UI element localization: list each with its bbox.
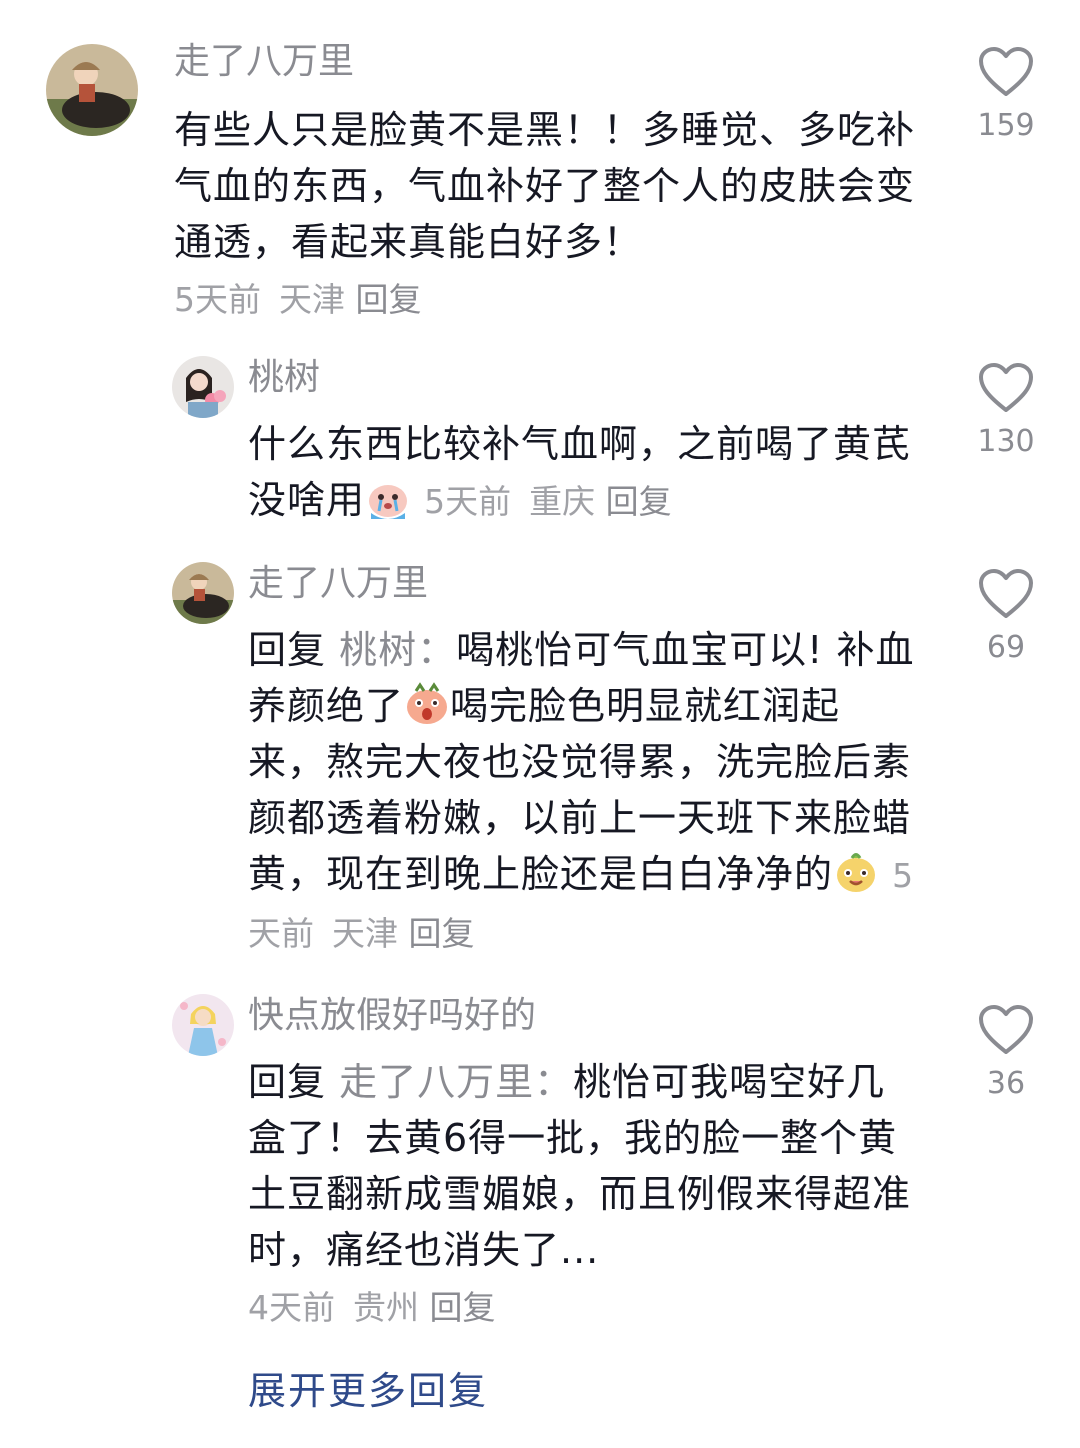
avatar-cartoon-princess-icon [172, 994, 234, 1056]
like-button[interactable]: 36 [971, 1004, 1041, 1101]
comment-time: 4天前 [248, 1288, 335, 1327]
reply-item: 走了八万里 回复 桃树：喝桃怡可气血宝可以! 补血养颜绝了 喝完脸色明显就红润起… [0, 556, 1080, 966]
comment-text: 有些人只是脸黄不是黑！！多睡觉、多吃补气血的东西，气血补好了整个人的皮肤会变通透… [174, 102, 924, 328]
cute-potato-face-emoji-icon [833, 849, 879, 895]
like-button[interactable]: 69 [971, 568, 1041, 665]
comment-location: 重庆 [529, 482, 596, 521]
like-button[interactable]: 159 [971, 46, 1041, 143]
heart-icon [979, 1005, 1033, 1054]
comment-text: 什么东西比较补气血啊，之前喝了黄芪没啥用 5天前 重庆 回复 [248, 416, 918, 530]
comment-meta: 4天前 贵州 回复 [248, 1288, 496, 1327]
comment-username[interactable]: 快点放假好吗好的 [248, 994, 536, 1038]
reply-button[interactable]: 回复 [430, 1288, 496, 1327]
comment-location: 天津 [279, 280, 345, 319]
comment-location: 贵州 [353, 1288, 419, 1327]
heart-icon [979, 47, 1033, 96]
reply-prefix: 回复 [248, 628, 327, 672]
comment-meta: 5天前 天津 回复 [174, 280, 422, 319]
like-count: 69 [986, 630, 1026, 665]
comment-time: 5天前 [174, 280, 261, 319]
like-count: 36 [986, 1066, 1026, 1101]
reply-button[interactable]: 回复 [356, 280, 422, 319]
avatar[interactable] [172, 562, 234, 624]
reply-button[interactable]: 回复 [606, 482, 672, 521]
shocked-face-emoji-icon [404, 681, 450, 727]
heart-icon [979, 363, 1033, 412]
avatar[interactable] [172, 994, 234, 1056]
avatar-woman-with-flowers-icon [172, 356, 234, 418]
comment-time: 5天前 [424, 482, 512, 521]
reply-colon: ： [534, 1060, 574, 1104]
avatar-girl-on-buffalo-icon [172, 562, 234, 624]
avatar-girl-on-buffalo-icon [46, 44, 138, 136]
avatar[interactable] [172, 356, 234, 418]
comment-body: 有些人只是脸黄不是黑！！多睡觉、多吃补气血的东西，气血补好了整个人的皮肤会变通透… [174, 108, 916, 264]
like-button[interactable]: 130 [971, 362, 1041, 459]
heart-icon [979, 569, 1033, 618]
comment-location: 天津 [332, 914, 398, 953]
like-count: 130 [977, 424, 1035, 459]
comment-text: 回复 走了八万里：桃怡可我喝空好几盒了！去黄6得一批，我的脸一整个黄土豆翻新成雪… [248, 1054, 918, 1336]
comment-username[interactable]: 走了八万里 [174, 40, 354, 84]
like-count: 159 [977, 108, 1035, 143]
comment-username[interactable]: 桃树 [248, 356, 320, 400]
crying-face-emoji-icon [365, 475, 411, 521]
reply-button[interactable]: 回复 [409, 914, 475, 953]
reply-colon: ： [417, 628, 457, 672]
reply-target-username[interactable]: 走了八万里 [339, 1060, 534, 1104]
expand-more-replies-button[interactable]: 展开更多回复 [248, 1360, 488, 1415]
reply-target-username[interactable]: 桃树 [339, 628, 417, 672]
reply-item: 快点放假好吗好的 回复 走了八万里：桃怡可我喝空好几盒了！去黄6得一批，我的脸一… [0, 988, 1080, 1338]
comment-text: 回复 桃树：喝桃怡可气血宝可以! 补血养颜绝了 喝完脸色明显就红润起来，熬完大夜… [248, 622, 918, 962]
avatar[interactable] [46, 44, 138, 136]
comment-username[interactable]: 走了八万里 [248, 562, 428, 606]
comment-meta: 5天前 重庆 回复 [424, 482, 672, 521]
reply-prefix: 回复 [248, 1060, 327, 1104]
reply-item: 桃树 什么东西比较补气血啊，之前喝了黄芪没啥用 5天前 重庆 回复 130 [0, 350, 1080, 550]
comment-item: 走了八万里 有些人只是脸黄不是黑！！多睡觉、多吃补气血的东西，气血补好了整个人的… [0, 0, 1080, 330]
